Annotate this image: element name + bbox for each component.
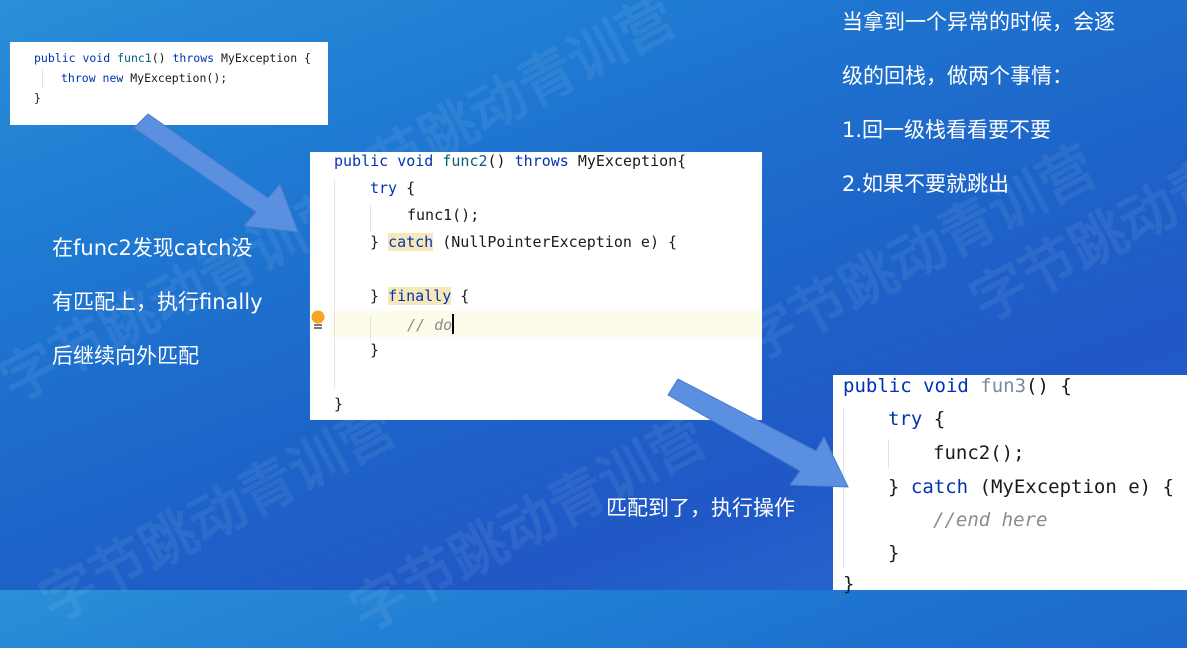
code-line: func2(); <box>933 442 1025 464</box>
caption-text: 级的回栈，做两个事情： <box>842 64 1073 88</box>
caption-text: 在func2发现catch没 <box>52 236 253 260</box>
caption-text: 后继续向外匹配 <box>52 344 199 368</box>
code-line: public void fun3() { <box>843 375 1072 397</box>
caption-text: 有匹配上，执行finally <box>52 290 263 314</box>
arrow-icon <box>667 378 849 488</box>
caption-text: 2.如果不要就跳出 <box>842 172 1010 196</box>
code-line: public void func1() throws MyException { <box>34 51 311 65</box>
code-line: } <box>888 542 900 564</box>
code-line: throw new MyException(); <box>61 71 228 85</box>
code-line: } <box>843 573 855 595</box>
caption-text: 1.回一级栈看看要不要 <box>842 118 1052 142</box>
code-line: } catch (MyException e) { <box>888 476 1174 498</box>
caption-text: 当拿到一个异常的时候，会逐 <box>842 10 1115 34</box>
code-line: } <box>34 91 41 105</box>
code-line: try { <box>888 408 946 430</box>
code-line: public void func2() throws MyException{ <box>334 152 687 170</box>
code-line: // do <box>407 314 455 334</box>
watermark: 字节跳动青训营 <box>340 404 717 646</box>
code-line: try { <box>370 179 416 197</box>
text-cursor <box>452 314 455 334</box>
watermark: 字节跳动青训营 <box>30 394 407 636</box>
caption-text: 匹配到了，执行操作 <box>606 496 795 520</box>
code-line: } catch (NullPointerException e) { <box>370 233 678 251</box>
code-line: } finally { <box>370 287 470 305</box>
watermark: 字节跳动青训营 <box>730 134 1107 376</box>
code-line: //end here <box>933 509 1048 531</box>
lightbulb-icon[interactable] <box>310 310 326 332</box>
arrow-icon <box>133 113 299 233</box>
code-line: func1(); <box>407 206 480 224</box>
code-snippet-fun3: public void fun3() { try { func2(); } ca… <box>833 375 1187 595</box>
code-line: } <box>370 341 380 359</box>
